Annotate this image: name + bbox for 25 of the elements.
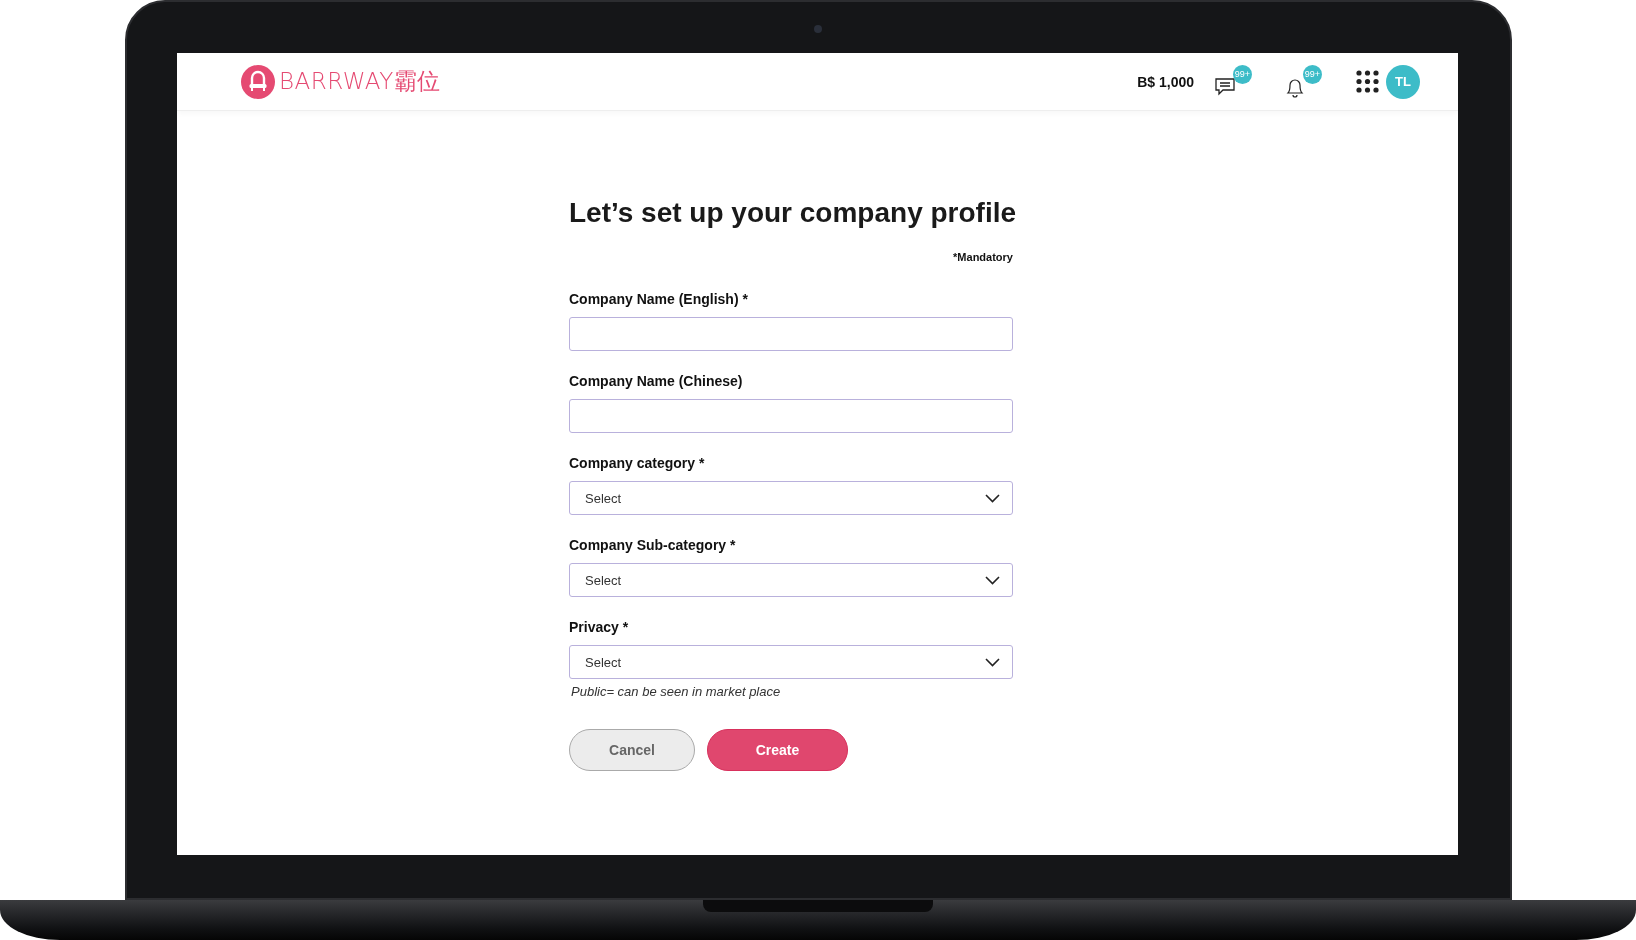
- dropdown-field[interactable]: Select: [569, 645, 1013, 679]
- field-label: Company Name (Chinese): [569, 373, 744, 389]
- input-field[interactable]: [569, 399, 1013, 433]
- field-label: Company category *: [569, 455, 706, 471]
- logo-icon: [241, 64, 275, 99]
- cancel-button[interactable]: Cancel: [569, 729, 695, 771]
- notification-count-badge: 99+: [1303, 64, 1322, 84]
- apps-grid-icon[interactable]: [1356, 70, 1379, 93]
- dropdown-field[interactable]: Select: [569, 481, 1013, 515]
- message-count-badge: 99+: [1233, 64, 1252, 84]
- page-title: Let’s set up your company profile: [569, 197, 1013, 229]
- chevron-down-icon: [985, 657, 1000, 667]
- field-label: Company Sub-category *: [569, 537, 737, 553]
- chevron-down-icon: [985, 493, 1000, 503]
- logo-text: BARRWAY霸位: [279, 67, 441, 96]
- chevron-down-icon: [985, 575, 1000, 585]
- field-label: Privacy *: [569, 619, 630, 635]
- mandatory-note: *Mandatory: [953, 251, 1013, 263]
- balance: B$ 1,000: [1137, 73, 1194, 90]
- dropdown-field[interactable]: Select: [569, 563, 1013, 597]
- field-label: Company Name (English) *: [569, 291, 749, 307]
- create-button[interactable]: Create: [707, 729, 848, 771]
- camera-icon: [813, 24, 823, 34]
- field-hint: Public= can be seen in market place: [571, 684, 782, 699]
- input-field[interactable]: [569, 317, 1013, 351]
